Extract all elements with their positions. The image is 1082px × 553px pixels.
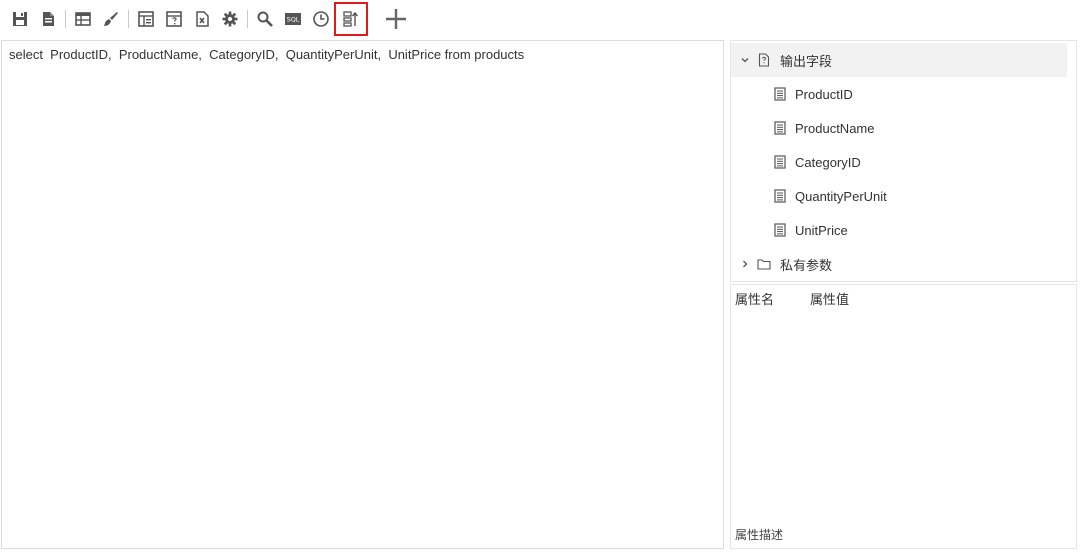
- tree-field-label: QuantityPerUnit: [795, 188, 887, 204]
- history-button[interactable]: [310, 8, 332, 30]
- search-button[interactable]: [254, 8, 276, 30]
- history-clock-icon: [313, 11, 329, 27]
- save-icon: [13, 12, 27, 26]
- search-icon: [257, 11, 273, 27]
- chevron-down-icon[interactable]: [739, 54, 751, 66]
- tree-node-label: 私有参数: [780, 257, 833, 273]
- layout-icon: [138, 11, 154, 27]
- settings-gear-icon: [222, 11, 238, 27]
- clear-brush-icon: [104, 12, 118, 26]
- property-header: 属性名 属性值: [735, 289, 885, 308]
- field-doc-icon: [774, 155, 786, 169]
- add-icon: [386, 9, 406, 29]
- clear-button[interactable]: [100, 8, 122, 30]
- field-doc-icon: [774, 223, 786, 237]
- save-as-button[interactable]: [37, 8, 59, 30]
- sql-editor[interactable]: select ProductID, ProductName, CategoryI…: [1, 40, 724, 549]
- property-panel: 属性名 属性值 属性描述: [730, 284, 1077, 549]
- sql-button[interactable]: SQL: [282, 8, 304, 30]
- sql-text: select ProductID, ProductName, CategoryI…: [9, 47, 525, 62]
- property-value-header: 属性值: [810, 293, 850, 308]
- field-doc-icon: [774, 189, 786, 203]
- field-tree: 输出字段 ProductID ProductName CategoryID Qu…: [730, 40, 1077, 282]
- tree-field-label: ProductID: [795, 86, 853, 102]
- excel-import-icon: [196, 11, 209, 27]
- save-button[interactable]: [9, 8, 31, 30]
- excel-import-button[interactable]: [191, 8, 213, 30]
- folder-icon: [757, 259, 771, 270]
- save-as-icon: [43, 12, 54, 26]
- field-doc-icon: [774, 121, 786, 135]
- property-description-label: 属性描述: [735, 528, 784, 542]
- tree-node-output-fields[interactable]: 输出字段: [731, 43, 1067, 77]
- settings-button[interactable]: [219, 8, 241, 30]
- table-button[interactable]: [72, 8, 94, 30]
- field-sort-button[interactable]: [334, 2, 368, 36]
- add-button[interactable]: [383, 6, 409, 32]
- table-icon: [75, 12, 91, 26]
- tree-field-label: CategoryID: [795, 154, 861, 170]
- param-table-button[interactable]: [163, 8, 185, 30]
- toolbar-separator: [65, 10, 66, 28]
- chevron-right-icon[interactable]: [739, 258, 751, 270]
- tree-field-item[interactable]: CategoryID: [731, 145, 1067, 179]
- field-sort-icon: [343, 11, 359, 27]
- sql-icon: SQL: [285, 13, 301, 25]
- tree-node-label: 输出字段: [780, 53, 833, 69]
- tree-field-item[interactable]: UnitPrice: [731, 213, 1067, 247]
- tree-field-item[interactable]: QuantityPerUnit: [731, 179, 1067, 213]
- svg-text:SQL: SQL: [287, 16, 300, 24]
- toolbar-separator: [128, 10, 129, 28]
- tree-field-label: ProductName: [795, 120, 875, 136]
- tree-node-private-params[interactable]: 私有参数: [731, 247, 1067, 281]
- layout-button[interactable]: [135, 8, 157, 30]
- tree-field-item[interactable]: ProductName: [731, 111, 1067, 145]
- toolbar-separator: [247, 10, 248, 28]
- tree-field-item[interactable]: ProductID: [731, 77, 1067, 111]
- tree-field-label: UnitPrice: [795, 222, 848, 238]
- field-doc-icon: [774, 87, 786, 101]
- property-name-header: 属性名: [735, 293, 775, 308]
- toolbar: SQL: [0, 0, 1082, 38]
- param-table-icon: [166, 11, 182, 27]
- question-doc-icon: [758, 53, 770, 67]
